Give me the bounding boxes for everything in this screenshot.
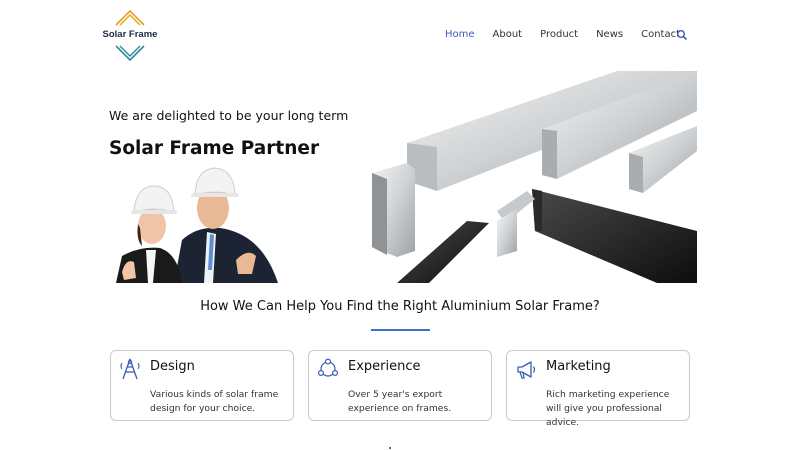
hero-frames-image [372,71,697,283]
feature-card-marketing[interactable]: Marketing Rich marketing experience will… [506,350,690,428]
search-icon[interactable] [676,29,688,41]
nav-product[interactable]: Product [540,29,578,40]
tower-icon [120,358,140,380]
hero-subtitle: We are delighted to be your long term [109,108,349,123]
nav-news[interactable]: News [596,29,623,40]
logo[interactable]: Solar Frame [100,8,160,64]
nav-contact[interactable]: Contact [641,29,680,40]
feature-title: Marketing [546,359,611,374]
feature-card-experience[interactable]: Experience Over 5 year's export experien… [308,350,492,421]
feature-title: Design [150,359,195,374]
feature-description: Over 5 year's export experience on frame… [348,389,452,414]
nav-about[interactable]: About [493,29,523,40]
feature-description: Various kinds of solar frame design for … [150,389,279,414]
heading-divider [371,329,430,331]
feature-card-design[interactable]: Design Various kinds of solar frame desi… [110,350,294,421]
logo-text: Solar Frame [102,29,158,40]
network-icon [317,358,339,377]
main-nav: Home About Product News Contact [445,29,680,40]
nav-home[interactable]: Home [445,29,475,40]
feature-title: Experience [348,359,421,374]
help-heading: How We Can Help You Find the Right Alumi… [200,299,600,314]
carousel-dot[interactable] [389,447,391,449]
hero-people-image [116,167,278,283]
hero-title: Solar Frame Partner [109,138,320,159]
megaphone-icon [517,361,536,379]
feature-description: Rich marketing experience will give you … [546,389,670,428]
